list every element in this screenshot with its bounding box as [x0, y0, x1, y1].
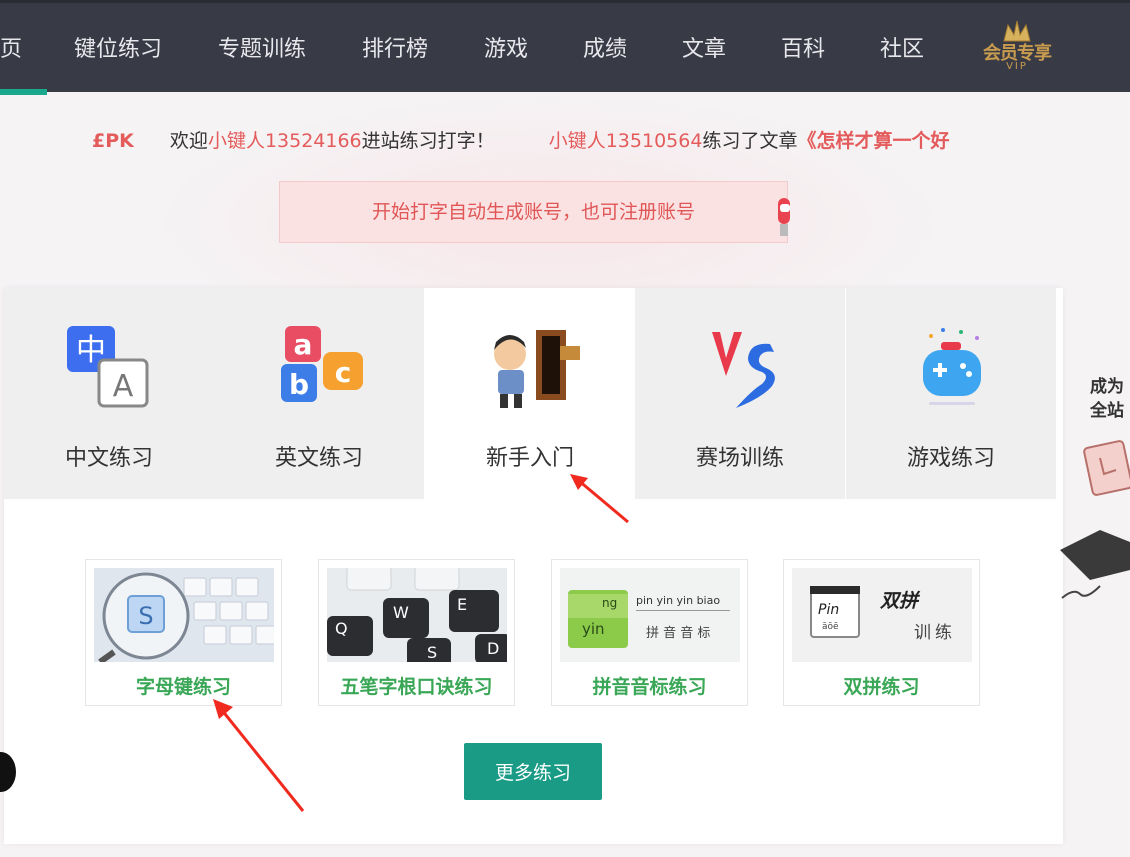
svg-text:b: b [289, 368, 309, 401]
nav-item-encyclopedia[interactable]: 百科 [781, 31, 825, 63]
annotation-arrow-tile [213, 699, 305, 812]
tab-english-practice[interactable]: a b c 英文练习 [214, 288, 424, 499]
vs-icon [712, 332, 775, 408]
shuangpin-pin-label: Pin [818, 602, 840, 618]
abc-puzzle-icon: a b c [281, 326, 363, 402]
tile-letter-keys[interactable]: S 字母键练习 [85, 559, 282, 706]
annotation-arrow-tab [570, 474, 629, 524]
tab-game-practice[interactable]: 游戏练习 [846, 288, 1056, 499]
tab-label: 中文练习 [64, 446, 153, 471]
svg-text:D: D [487, 639, 499, 658]
mascot-peek-icon [778, 198, 790, 236]
shuangpin-title-label: 双拼 [880, 590, 919, 612]
svg-text:c: c [335, 356, 352, 389]
pinyin-ng-label: ng [602, 596, 618, 610]
svg-text:Q: Q [335, 619, 348, 638]
chinese-input-icon: 中 A [67, 326, 149, 408]
pinyin-roman-label: pin yin yin biao [636, 594, 721, 607]
newbie-door-icon [494, 330, 580, 408]
side-promo[interactable]: 成为 全站 [1090, 375, 1130, 423]
tab-chinese-practice[interactable]: 中 A 中文练习 [4, 288, 214, 499]
nav-item-scores[interactable]: 成绩 [583, 31, 627, 63]
vip-badge[interactable]: 会员专享 VIP [976, 17, 1058, 83]
tab-label: 英文练习 [274, 446, 363, 471]
svg-text:S: S [138, 602, 153, 630]
ticker-welcome-prefix: 欢迎 [169, 130, 208, 152]
tile-label: 拼音音标练习 [592, 676, 707, 698]
practice-card: 中 A 中文练习 a b c 英文练习 新手入门 赛场训练 游戏练习 S 字母键… [4, 288, 1063, 844]
tab-arena-training[interactable]: 赛场训练 [635, 288, 845, 499]
ticker-welcome-user[interactable]: 小键人13524166 [208, 126, 362, 153]
nav-item-home[interactable]: 页 [0, 31, 22, 63]
pinyin-yin-label: yin [582, 620, 605, 638]
shuangpin-image: Pin āōē 双拼 训练 [792, 568, 972, 662]
svg-text:A: A [113, 369, 134, 404]
ticker-practice-user[interactable]: 小键人13510564 [549, 126, 703, 153]
ticker-practice-mid: 练习了文章 [702, 130, 798, 152]
tile-wubi-mnemonic[interactable]: Q W E S D 五笔字根口诀练习 [318, 559, 515, 706]
tile-label: 五笔字根口诀练习 [340, 676, 493, 698]
news-ticker: £PK 欢迎小键人13524166进站练习打字！ 小键人13510564练习了文… [92, 126, 974, 156]
svg-text:S: S [427, 643, 437, 662]
tab-label: 游戏练习 [906, 446, 995, 471]
top-nav: 页 键位练习 专题训练 排行榜 游戏 成绩 文章 百科 社区 会员专享 VIP [0, 0, 1130, 95]
more-practice-button[interactable]: 更多练习 [464, 743, 602, 800]
nav-item-community[interactable]: 社区 [880, 31, 924, 63]
tab-label: 赛场训练 [695, 446, 784, 471]
auto-account-notice[interactable]: 开始打字自动生成账号，也可注册账号 [279, 181, 788, 243]
nav-item-key-practice[interactable]: 键位练习 [74, 31, 162, 63]
ticker-practice-article[interactable]: 《怎样才算一个好 [797, 126, 949, 153]
side-promo-line1: 成为 [1090, 377, 1124, 397]
nav-item-topic-training[interactable]: 专题训练 [218, 31, 306, 63]
svg-text:E: E [457, 595, 467, 614]
wubi-keyboard-image: Q W E S D [327, 568, 507, 662]
keyboard-magnifier-image: S [94, 568, 274, 662]
shuangpin-tone-label: āōē [822, 622, 839, 632]
shuangpin-training-label: 训练 [914, 623, 956, 643]
vip-sub-label: VIP [1006, 61, 1028, 72]
nav-item-leaderboard[interactable]: 排行榜 [362, 31, 428, 63]
tile-label: 双拼练习 [843, 676, 920, 698]
pinyin-chinese-label: 拼 音 音 标 [646, 626, 711, 641]
graduation-mascot-icon [1060, 440, 1130, 599]
side-promo-line2: 全站 [1090, 401, 1124, 421]
pinyin-notebook-image: yin ng pin yin yin biao 拼 音 音 标 [560, 568, 740, 662]
ticker-welcome-suffix: 进站练习打字！ [361, 130, 495, 152]
tile-pinyin-phonetic[interactable]: yin ng pin yin yin biao 拼 音 音 标 拼音音标练习 [551, 559, 748, 706]
svg-text:a: a [294, 328, 313, 361]
ticker-pk[interactable]: £PK [92, 130, 134, 152]
svg-text:W: W [393, 603, 409, 622]
nav-item-articles[interactable]: 文章 [682, 31, 726, 63]
tile-shuangpin[interactable]: Pin āōē 双拼 训练 双拼练习 [783, 559, 980, 706]
nav-active-indicator [0, 89, 47, 95]
nav-item-games[interactable]: 游戏 [484, 31, 528, 63]
gamepad-icon [923, 328, 981, 405]
